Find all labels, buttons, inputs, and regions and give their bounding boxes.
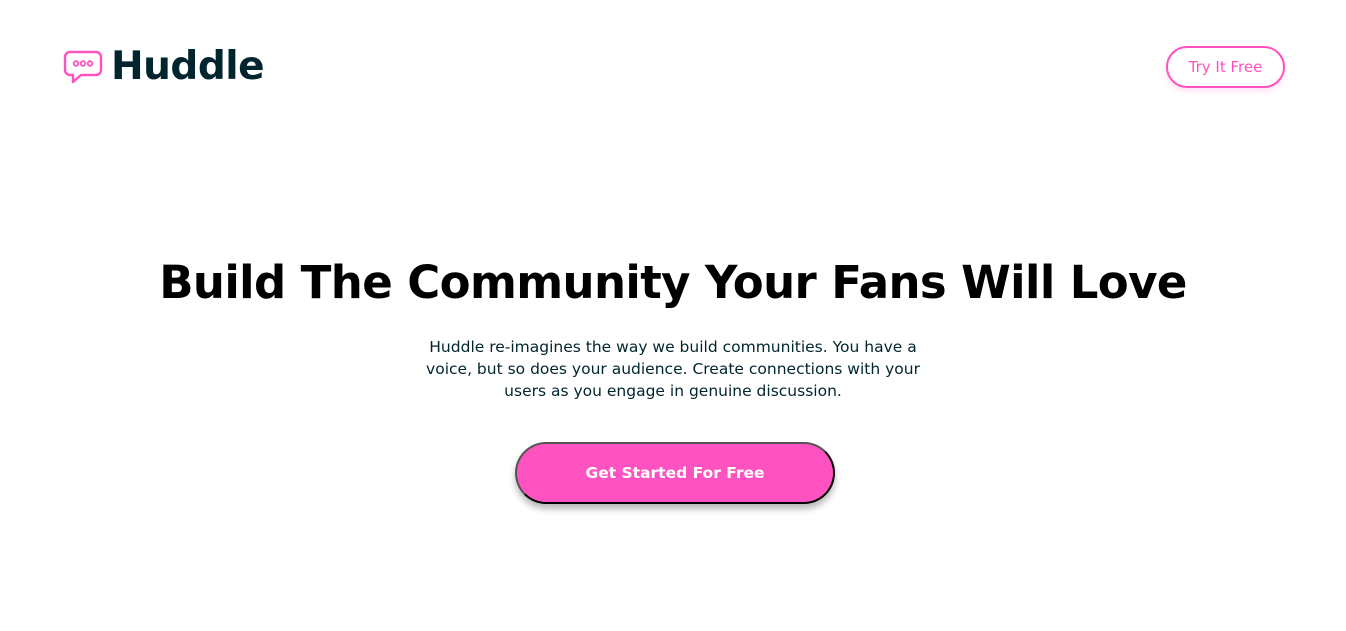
logo-text: Huddle [111,44,265,89]
landing-page: Huddle Try It Free Build The Community Y… [0,0,1346,631]
try-it-free-button[interactable]: Try It Free [1166,46,1285,88]
hero-title: Build The Community Your Fans Will Love [159,256,1187,309]
hero-description: Huddle re-imagines the way we build comm… [426,338,920,400]
hero-section: Build The Community Your Fans Will Love … [0,250,1346,402]
site-header: Huddle Try It Free [0,0,1346,130]
get-started-button[interactable]: Get Started For Free [515,442,835,504]
chat-bubble-icon [63,50,103,84]
logo-link[interactable]: Huddle [63,44,265,89]
